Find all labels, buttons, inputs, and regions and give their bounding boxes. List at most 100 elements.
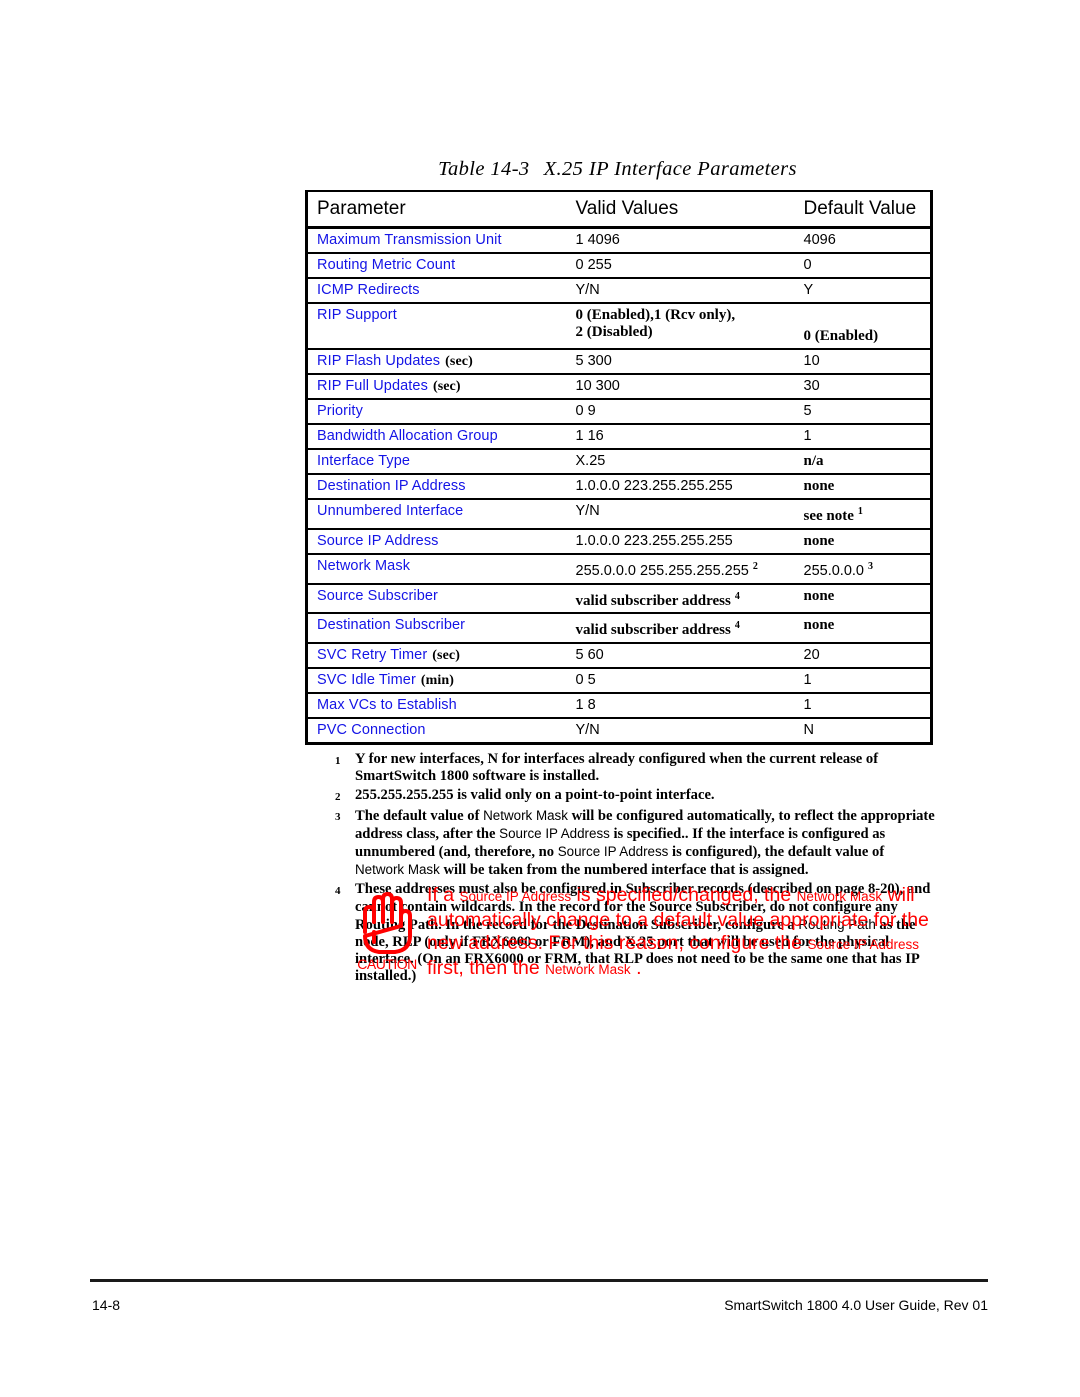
footnote-marker: 4 [734, 620, 740, 632]
footnote-number: 2 [335, 791, 341, 804]
cell-default-value: 255.0.0.0 3 [797, 554, 932, 584]
valid-values-text: 5 300 [575, 353, 612, 369]
parameter-unit: (sec) [445, 354, 473, 369]
cell-valid-values: 0 5 [569, 668, 797, 693]
field-name-reference: Network Mask [796, 889, 883, 904]
valid-values-text: 1 16 [575, 428, 604, 444]
cell-parameter: RIP Support [317, 307, 397, 323]
default-value-text: N [803, 722, 814, 739]
footnote-marker: 4 [734, 590, 740, 602]
default-value-text: none [803, 587, 835, 604]
cell-parameter: RIP Full Updates (sec) [317, 378, 461, 394]
footnote-text: Y for new interfaces, N for interfaces a… [355, 751, 879, 785]
cell-valid-values: Y/N [569, 718, 797, 744]
cell-valid-values: 0 255 [569, 253, 797, 278]
default-value-text: 5 [803, 403, 812, 419]
table-row: Unnumbered Interface Y/N see note 1 [306, 499, 932, 529]
cell-default-value: Y [797, 278, 932, 303]
cell-valid-values: Y/N [569, 499, 797, 529]
valid-values-text: 255.0.0.0 255.255.255.255 [575, 562, 749, 579]
default-value-text: 1 [803, 672, 812, 689]
default-value-text: 30 [803, 378, 820, 394]
cell-valid-values: valid subscriber address 4 [569, 584, 797, 614]
default-value-text: none [803, 478, 835, 494]
default-value-text: none [803, 617, 835, 634]
footnote-item: 3 The default value of Network Mask will … [335, 807, 935, 880]
cell-parameter: Destination IP Address [317, 478, 466, 494]
cell-default-value: 10 [797, 349, 932, 374]
field-name-reference: Source IP Address [557, 844, 669, 860]
cell-parameter: Source Subscriber [317, 587, 438, 604]
cell-default-value: 1 [797, 693, 932, 718]
parameter-unit: (min) [420, 673, 455, 689]
cell-valid-values: 1.0.0.0 223.255.255.255 [569, 474, 797, 499]
caution-sentence: If a [427, 884, 460, 906]
table-row: RIP Full Updates (sec) 10 300 30 [306, 374, 932, 399]
table-row: Routing Metric Count 0 255 0 [306, 253, 932, 278]
field-name-reference: Source IP Address [459, 889, 572, 904]
page-number: 14-8 [92, 1297, 121, 1313]
cell-parameter: PVC Connection [317, 722, 426, 739]
valid-values-text: 0 9 [575, 403, 596, 419]
parameter-unit: (sec) [432, 648, 460, 664]
cell-default-value: 4096 [797, 228, 932, 254]
caution-label: CAUTION [357, 956, 417, 972]
valid-values-text: valid subscriber address [575, 592, 731, 609]
cell-valid-values: 10 300 [569, 374, 797, 399]
footnote-number: 4 [335, 885, 341, 898]
cell-valid-values: 0 (Enabled),1 (Rcv only), 2 (Disabled) [569, 303, 797, 349]
valid-values-text: 1 4096 [575, 232, 620, 248]
column-header-valid-values: Valid Values [568, 191, 797, 229]
footnote-marker: 1 [857, 506, 863, 517]
footnote-number: 1 [335, 755, 341, 767]
cell-parameter: Max VCs to Establish [317, 697, 457, 714]
footnote-marker: 3 [867, 560, 873, 572]
cell-default-value: 0 [797, 253, 932, 278]
default-value-text: 1 [803, 697, 812, 714]
field-name-reference: Network Mask [483, 807, 568, 823]
cell-parameter: Routing Metric Count [317, 257, 456, 273]
caution-block: CAUTION If a Source IP Address is specif… [345, 884, 945, 984]
caution-text: If a Source IP Address is specified/chan… [427, 884, 945, 981]
document-page: Table 14-3 X.25 IP Interface Parameters P… [0, 0, 1080, 1397]
field-name-reference: Source IP Address [499, 825, 610, 841]
column-header-default-value: Default Value [796, 191, 932, 229]
default-value-text: Y [803, 282, 814, 298]
table-row: Priority 0 9 5 [306, 399, 932, 424]
valid-values-line: 2 (Disabled) [575, 324, 653, 340]
cell-valid-values: valid subscriber address 4 [569, 613, 797, 643]
table-row: SVC Idle Timer (min) 0 5 1 [306, 668, 932, 693]
cell-default-value: none [797, 529, 932, 554]
cell-parameter: Network Mask [317, 557, 411, 574]
valid-values-text: Y/N [575, 282, 600, 298]
default-value-text: n/a [803, 453, 824, 469]
cell-parameter: Bandwidth Allocation Group [317, 428, 498, 444]
valid-values-text: 1.0.0.0 223.255.255.255 [575, 532, 733, 549]
table-row: Max VCs to Establish 1 8 1 [306, 693, 932, 718]
cell-valid-values: Y/N [569, 278, 797, 303]
cell-parameter: SVC Idle Timer (min) [317, 672, 455, 689]
cell-default-value: n/a [797, 449, 932, 474]
cell-valid-values: 0 9 [569, 399, 797, 424]
column-header-parameter: Parameter [306, 191, 569, 229]
caution-sentence: is specified/changed, the [571, 884, 797, 906]
default-value-text: 0 (Enabled) [803, 328, 879, 344]
cell-default-value: 20 [797, 643, 932, 668]
valid-values-text: 0 5 [575, 672, 596, 689]
table-caption-number: Table 14-3 [438, 158, 530, 180]
table-row: Destination IP Address 1.0.0.0 223.255.25… [306, 474, 932, 499]
cell-parameter: Unnumbered Interface [317, 503, 464, 519]
caution-sentence: . [630, 956, 642, 979]
cell-parameter: RIP Flash Updates (sec) [317, 353, 473, 369]
table-header: Parameter Valid Values Default Value [306, 191, 932, 229]
cell-valid-values: 5 300 [569, 349, 797, 374]
cell-valid-values: 1.0.0.0 223.255.255.255 [569, 529, 797, 554]
valid-values-text: 5 60 [575, 647, 604, 664]
footer-document-title: SmartSwitch 1800 4.0 User Guide, Rev 01 [724, 1297, 988, 1313]
default-value-text: 255.0.0.0 [803, 562, 864, 579]
valid-values-text: valid subscriber address [575, 622, 731, 639]
cell-parameter: Source IP Address [317, 532, 439, 549]
table-header-row: Parameter Valid Values Default Value [306, 191, 932, 229]
table-row: PVC Connection Y/N N [306, 718, 932, 744]
